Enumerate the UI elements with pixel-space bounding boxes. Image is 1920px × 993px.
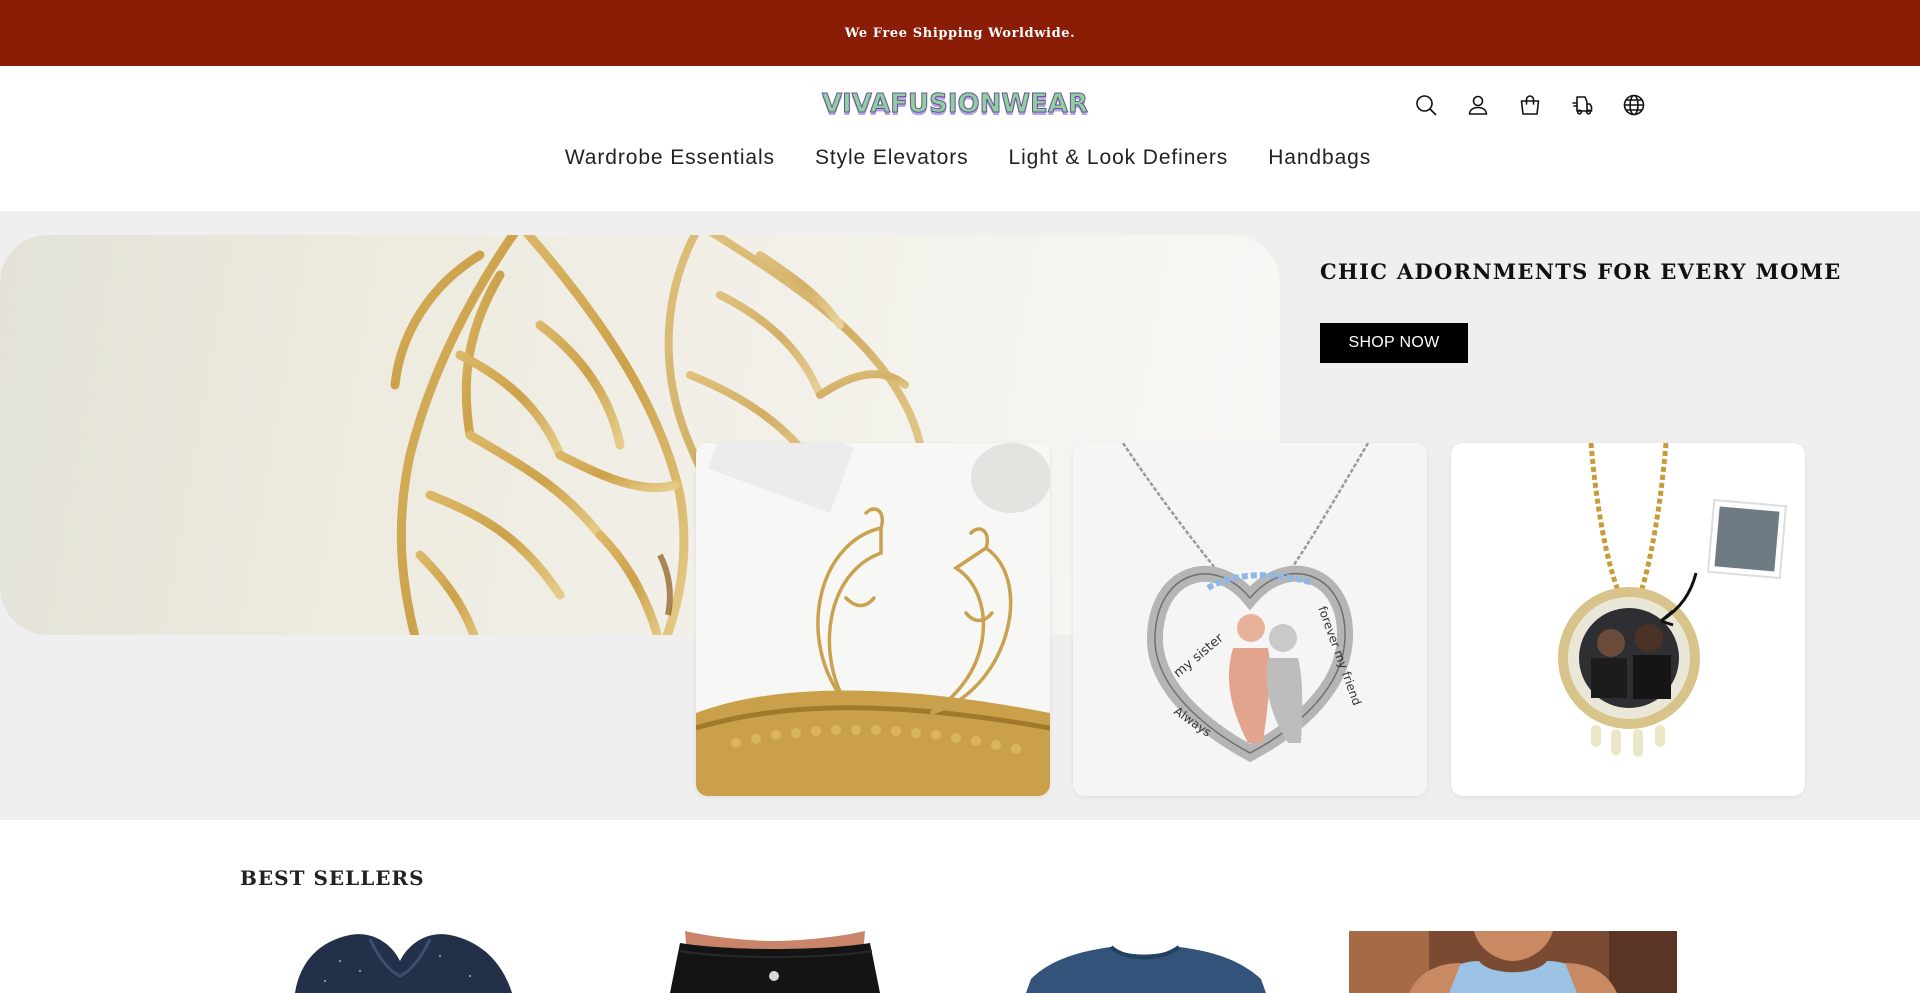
search-icon[interactable] (1412, 91, 1440, 119)
tracking-icon[interactable] (1568, 91, 1596, 119)
navy-hoodie-image (240, 931, 568, 993)
site-header: VIVAFUSIONWEAR Wardrobe Essentials Style… (0, 66, 1920, 211)
announcement-text: We Free Shipping Worldwide. (844, 25, 1076, 41)
product-blue-tank-top[interactable] (1349, 931, 1677, 993)
product-card-earrings[interactable] (696, 443, 1050, 796)
cart-icon[interactable] (1516, 91, 1544, 119)
announcement-bar: We Free Shipping Worldwide. (0, 0, 1920, 66)
account-icon[interactable] (1464, 91, 1492, 119)
nav-item-light-look-definers[interactable]: Light & Look Definers (1009, 146, 1229, 170)
blue-tank-top-man-image (1349, 931, 1677, 993)
photo-pendant-necklace-image (1451, 443, 1805, 796)
best-sellers-section: BEST SELLERS (0, 820, 1920, 993)
nav-item-handbags[interactable]: Handbags (1268, 146, 1371, 170)
sister-heart-necklace-image: my sister forever my friend Always (1073, 443, 1427, 796)
header-icons (1412, 88, 1648, 122)
nav-item-style-elevators[interactable]: Style Elevators (815, 146, 969, 170)
product-navy-hoodie[interactable] (240, 931, 568, 993)
nav-item-wardrobe-essentials[interactable]: Wardrobe Essentials (565, 146, 775, 170)
blue-tshirt-image (981, 931, 1309, 993)
product-card-heart-necklace[interactable]: my sister forever my friend Always (1073, 443, 1427, 796)
gold-face-earrings-image (696, 443, 1050, 796)
logo[interactable]: VIVAFUSIONWEAR (820, 86, 1090, 122)
shop-now-button[interactable]: SHOP NOW (1320, 323, 1468, 363)
globe-icon[interactable] (1620, 91, 1648, 119)
best-sellers-title: BEST SELLERS (240, 866, 425, 890)
main-nav: Wardrobe Essentials Style Elevators Ligh… (0, 134, 1920, 182)
logo-text: VIVAFUSIONWEAR (822, 89, 1089, 120)
hero-title: CHIC ADORNMENTS FOR EVERY MOME (1320, 259, 1842, 284)
hero-section: CHIC ADORNMENTS FOR EVERY MOME SHOP NOW (0, 211, 1920, 820)
black-jeans-image (610, 931, 938, 993)
product-black-jeans[interactable] (610, 931, 938, 993)
product-card-photo-pendant[interactable] (1451, 443, 1805, 796)
product-blue-tshirt[interactable] (981, 931, 1309, 993)
